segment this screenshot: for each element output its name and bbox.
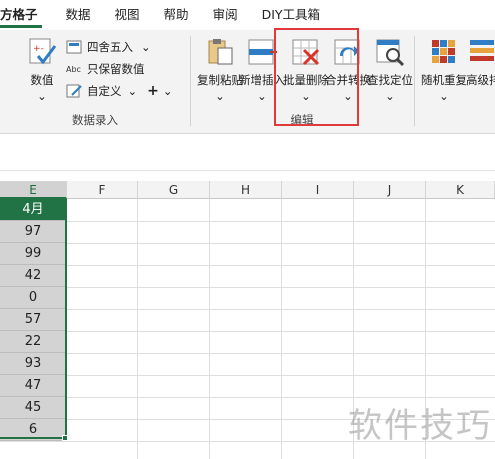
edit-icon xyxy=(66,84,82,98)
random-repeat-button[interactable]: 随机重复 ⌄ xyxy=(421,34,467,106)
clipboard-icon xyxy=(208,39,233,65)
find-locate-button[interactable]: 查找定位 ⌄ xyxy=(367,34,413,106)
watermark-text: 软件技巧 xyxy=(348,406,492,446)
tab-view[interactable]: 视图 xyxy=(103,0,152,30)
custom-button[interactable]: 自定义 ⌄ + ⌄ xyxy=(66,80,173,102)
find-locate-label: 查找定位 xyxy=(367,73,413,87)
selection-border xyxy=(0,199,67,439)
chevron-down-icon: ⌄ xyxy=(127,84,138,98)
advanced-sort-label: 高级排序 xyxy=(466,73,495,87)
number-button[interactable]: +- 数值 ⌄ xyxy=(20,34,64,106)
random-grid-icon xyxy=(432,40,455,63)
tab-data[interactable]: 数据 xyxy=(54,0,103,30)
custom-button-label: 自定义 xyxy=(87,84,122,98)
random-repeat-label: 随机重复 xyxy=(421,73,467,87)
plus-icon[interactable]: + xyxy=(147,83,159,99)
edit-group-highlight xyxy=(274,28,359,126)
svg-text:+-: +- xyxy=(33,44,44,54)
abc-icon: Abc xyxy=(66,65,81,74)
group-random-sort: 随机重复 ⌄ 高级排序 xyxy=(416,30,495,134)
tab-diy-toolbox[interactable]: DIY工具箱 xyxy=(250,0,332,30)
chevron-down-icon: ⌄ xyxy=(37,89,47,103)
group-label-data-entry: 数据录入 xyxy=(72,113,118,127)
keep-value-button[interactable]: Abc 只保留数值 xyxy=(66,58,145,80)
chevron-down-icon: ⌄ xyxy=(141,40,151,54)
formula-bar[interactable] xyxy=(0,135,495,171)
group-data-entry: +- 数值 ⌄ 四舍五入 ⌄ Abc 只保留数值 自定义 ⌄ + ⌄ 数据录入 xyxy=(0,30,190,134)
tab-help[interactable]: 帮助 xyxy=(152,0,201,30)
ribbon: +- 数值 ⌄ 四舍五入 ⌄ Abc 只保留数值 自定义 ⌄ + ⌄ 数据录入 xyxy=(0,30,495,134)
ribbon-tab-bar: 方格子 数据 视图 帮助 审阅 DIY工具箱 xyxy=(0,0,495,30)
column-header-j[interactable]: J xyxy=(354,181,426,199)
column-header-h[interactable]: H xyxy=(210,181,282,199)
chevron-down-icon[interactable]: ⌄ xyxy=(163,84,173,98)
number-check-icon: +- xyxy=(29,38,57,65)
column-header-f[interactable]: F xyxy=(67,181,138,199)
group-divider xyxy=(414,36,415,126)
keep-value-button-label: 只保留数值 xyxy=(87,62,145,76)
round-button[interactable]: 四舍五入 ⌄ xyxy=(66,36,151,58)
column-header-g[interactable]: G xyxy=(138,181,210,199)
svg-text:Abc: Abc xyxy=(66,65,81,74)
column-header-i[interactable]: I xyxy=(282,181,354,199)
sort-icon xyxy=(470,40,494,61)
round-button-label: 四舍五入 xyxy=(87,40,133,54)
column-header-e[interactable]: E xyxy=(0,181,67,199)
tab-fanggezi[interactable]: 方格子 xyxy=(0,0,54,30)
number-button-label: 数值 xyxy=(30,73,54,87)
search-icon xyxy=(376,39,405,67)
group-divider xyxy=(190,36,191,126)
column-header-k[interactable]: K xyxy=(426,181,495,199)
advanced-sort-button[interactable]: 高级排序 xyxy=(466,34,495,106)
tab-review[interactable]: 审阅 xyxy=(201,0,250,30)
fill-handle[interactable] xyxy=(62,435,68,441)
round-icon xyxy=(66,40,82,54)
